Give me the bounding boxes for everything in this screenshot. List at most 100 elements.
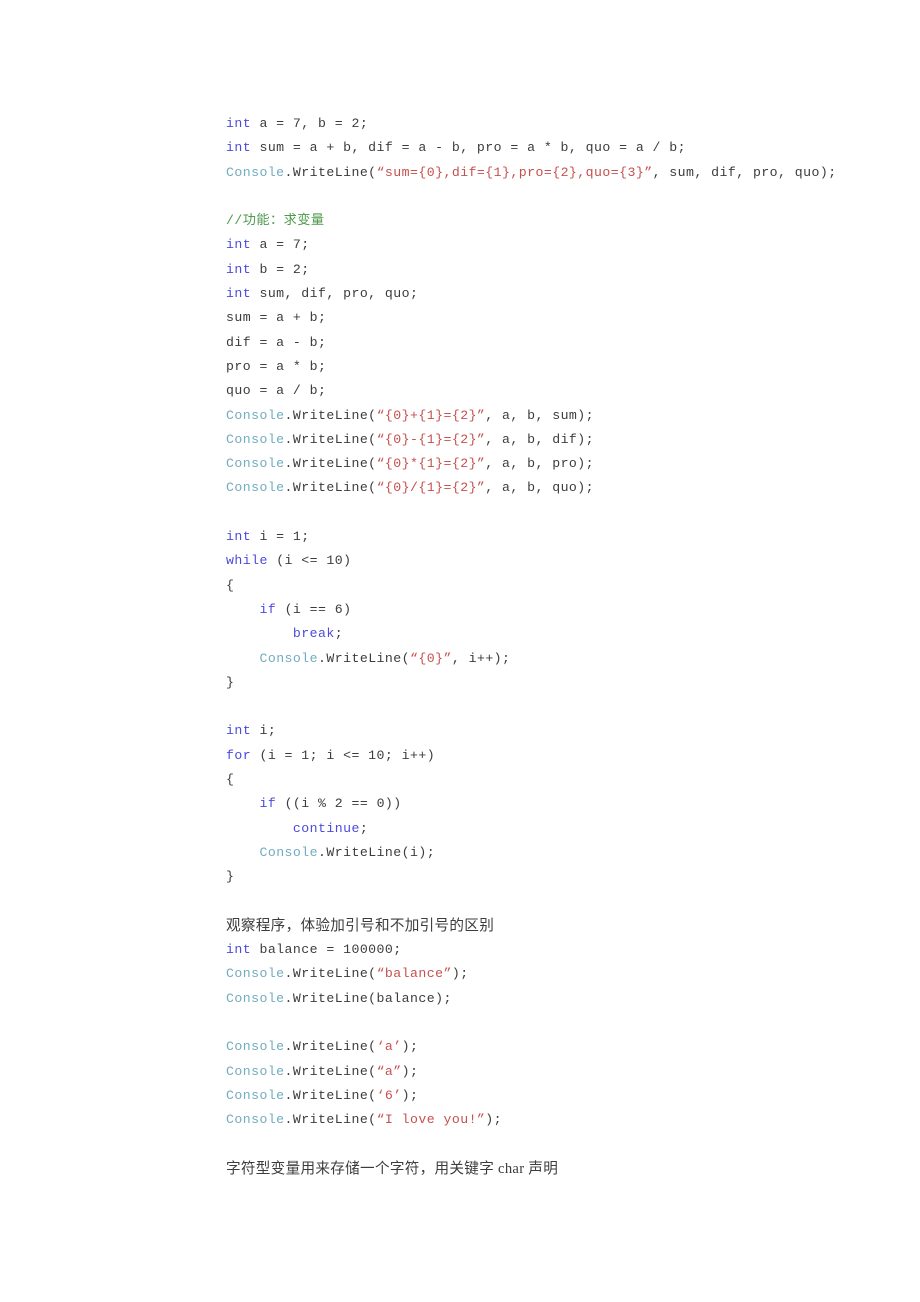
token-pln: ); xyxy=(485,1112,503,1128)
token-pln: a = 7, b = 2; xyxy=(251,116,369,131)
token-pln: .WriteLine( xyxy=(284,456,377,472)
token-cls: Console xyxy=(226,1087,285,1103)
token-kw: if xyxy=(259,601,277,617)
token-str: “sum={0},dif={1},pro={2},quo={3}” xyxy=(376,164,653,180)
token-cls: Console xyxy=(226,1039,285,1055)
token-str: “{0}-{1}={2}” xyxy=(376,431,486,447)
code-line: Console.WriteLine(“balance”); xyxy=(226,962,866,986)
code-line: Console.WriteLine(“a”); xyxy=(226,1060,866,1084)
token-str: “{0}*{1}={2}” xyxy=(376,456,486,472)
code-line: Console.WriteLine(balance); xyxy=(226,987,866,1011)
token-cmt: //功能：求变量 xyxy=(226,213,325,229)
token-pln: .WriteLine( xyxy=(284,431,377,447)
code-line: int a = 7; xyxy=(226,233,866,257)
token-str: “a” xyxy=(376,1063,402,1079)
token-pln: b = 2; xyxy=(251,261,310,277)
token-pln: { xyxy=(226,772,235,788)
code-line: Console.WriteLine(“{0}/{1}={2}”, a, b, q… xyxy=(226,476,866,500)
code-line: continue; xyxy=(226,817,866,841)
token-kw: int xyxy=(226,529,252,545)
token-pln: .WriteLine( xyxy=(284,1087,377,1103)
token-pln: ); xyxy=(451,966,469,982)
code-line: Console.WriteLine(“{0}*{1}={2}”, a, b, p… xyxy=(226,452,866,476)
token-pln: i; xyxy=(251,723,277,739)
code-line: int sum = a + b, dif = a - b, pro = a * … xyxy=(226,136,866,160)
token-cls: Console xyxy=(226,480,285,496)
code-line: if ((i % 2 == 0)) xyxy=(226,792,866,816)
token-kw: int xyxy=(226,286,252,302)
token-pln: , a, b, quo); xyxy=(485,480,595,496)
code-line: quo = a / b; xyxy=(226,379,866,403)
token-pln: , sum, dif, pro, quo); xyxy=(652,164,837,180)
token-pln: .WriteLine( xyxy=(318,650,411,666)
token-str: ‘a’ xyxy=(376,1039,402,1055)
token-kw: int xyxy=(226,140,252,156)
code-line: while (i <= 10) xyxy=(226,549,866,573)
token-pln: pro = a * b; xyxy=(226,358,327,374)
token-pln xyxy=(226,821,293,836)
token-pln: ); xyxy=(401,1039,419,1055)
code-line: int a = 7, b = 2; xyxy=(226,112,866,136)
token-pln: .WriteLine( xyxy=(284,480,377,496)
token-pln: , a, b, dif); xyxy=(485,431,595,447)
token-text: 字符型变量用来存储一个字符，用关键字 char 声明 xyxy=(226,1160,559,1177)
token-str: ‘6’ xyxy=(376,1087,402,1103)
token-kw: int xyxy=(226,261,252,277)
token-kw: break xyxy=(292,626,335,642)
code-line: { xyxy=(226,768,866,792)
code-line: Console.WriteLine(“{0}”, i++); xyxy=(226,647,866,671)
token-pln: .WriteLine(i); xyxy=(318,844,436,860)
code-line: Console.WriteLine(i); xyxy=(226,841,866,865)
token-pln: ; xyxy=(359,820,369,836)
code-line: Console.WriteLine(“sum={0},dif={1},pro={… xyxy=(226,161,866,185)
token-pln: ); xyxy=(401,1063,419,1079)
token-kw: int xyxy=(226,237,252,253)
token-pln xyxy=(226,626,293,641)
token-pln: sum = a + b; xyxy=(226,310,327,326)
token-kw: continue xyxy=(292,820,360,836)
token-pln: .WriteLine(balance); xyxy=(284,990,452,1006)
token-pln: .WriteLine( xyxy=(284,966,377,982)
token-cls: Console xyxy=(226,456,285,472)
token-pln xyxy=(226,845,259,860)
token-pln: .WriteLine( xyxy=(284,164,377,180)
code-line: int i; xyxy=(226,719,866,743)
token-str: “{0}/{1}={2}” xyxy=(376,480,486,496)
code-line: break; xyxy=(226,622,866,646)
code-line: int i = 1; xyxy=(226,525,866,549)
token-pln: ); xyxy=(401,1087,419,1103)
code-line: Console.WriteLine(“I love you!”); xyxy=(226,1108,866,1132)
token-cls: Console xyxy=(226,966,285,982)
code-line: for (i = 1; i <= 10; i++) xyxy=(226,744,866,768)
token-pln xyxy=(226,796,259,811)
token-pln: } xyxy=(226,674,235,690)
token-pln: ((i % 2 == 0)) xyxy=(276,796,402,812)
token-pln: , a, b, pro); xyxy=(485,456,595,472)
token-cls: Console xyxy=(226,407,285,423)
token-str: “I love you!” xyxy=(376,1112,486,1128)
token-pln xyxy=(226,651,259,666)
prose-line: 观察程序，体验加引号和不加引号的区别 xyxy=(226,914,866,938)
code-body: int a = 7, b = 2; int sum = a + b, dif = … xyxy=(226,112,866,1181)
token-cls: Console xyxy=(226,164,285,180)
token-kw: while xyxy=(226,553,268,569)
token-pln: { xyxy=(226,577,235,593)
token-pln: (i <= 10) xyxy=(267,553,352,569)
token-pln: .WriteLine( xyxy=(284,1039,377,1055)
token-str: “balance” xyxy=(376,966,452,982)
code-line: int b = 2; xyxy=(226,258,866,282)
token-pln xyxy=(226,602,259,617)
code-line: { xyxy=(226,574,866,598)
token-str: “{0}” xyxy=(410,650,452,666)
token-pln: .WriteLine( xyxy=(284,1112,377,1128)
code-line: sum = a + b; xyxy=(226,306,866,330)
code-line: int balance = 100000; xyxy=(226,938,866,962)
code-line: int sum, dif, pro, quo; xyxy=(226,282,866,306)
token-pln: } xyxy=(226,869,235,885)
token-cls: Console xyxy=(259,844,319,860)
token-pln: .WriteLine( xyxy=(284,407,377,423)
code-line: if (i == 6) xyxy=(226,598,866,622)
